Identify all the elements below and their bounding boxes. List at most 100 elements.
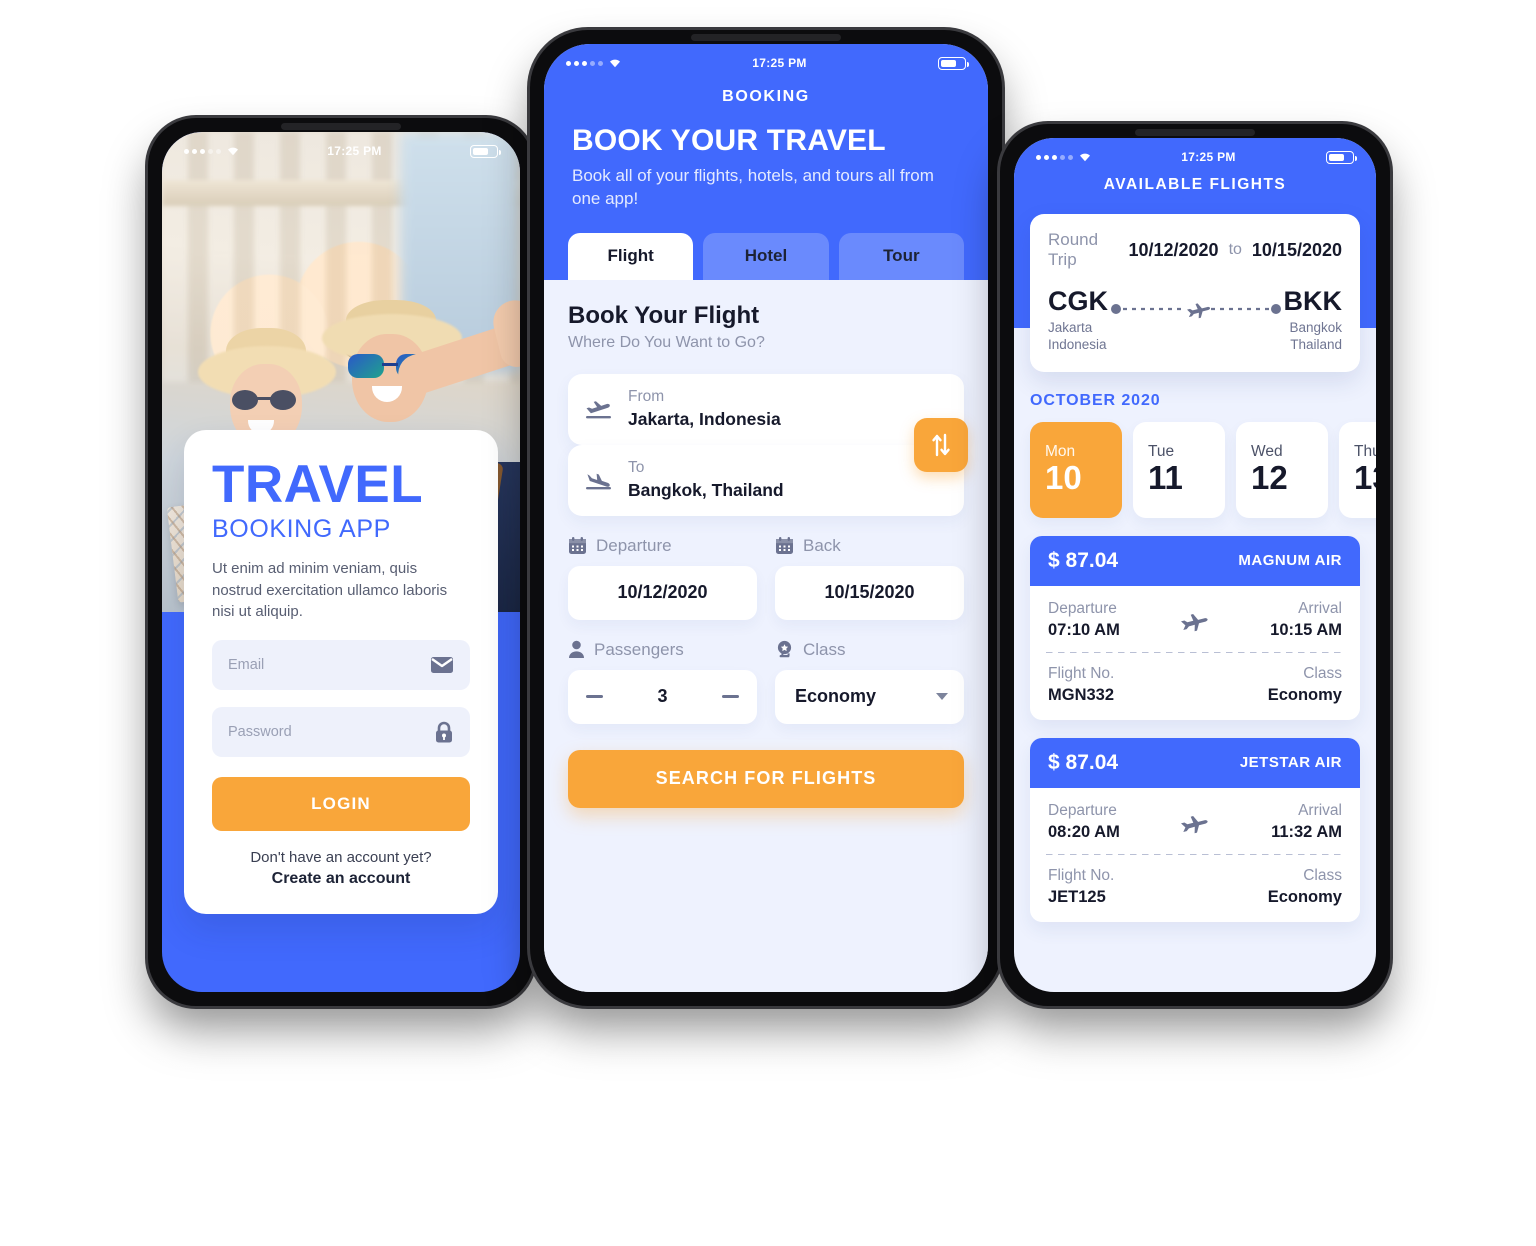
password-placeholder: Password xyxy=(228,724,292,741)
origin-code: CGK xyxy=(1048,286,1108,316)
back-label-row: Back xyxy=(775,536,964,556)
brand-subtitle: BOOKING APP xyxy=(212,514,391,543)
increment-icon[interactable] xyxy=(721,695,739,699)
class-value: Economy xyxy=(1267,887,1342,906)
status-bar: 17:25 PM xyxy=(162,132,520,162)
day-chip-10[interactable]: Mon 10 xyxy=(1030,421,1122,518)
flight-price: $ 87.04 xyxy=(1048,548,1119,572)
status-bar: 17:25 PM xyxy=(1014,138,1376,168)
signup-question: Don't have an account yet? xyxy=(250,849,432,867)
day-number: 11 xyxy=(1148,459,1183,497)
trip-type: Round Trip xyxy=(1048,230,1099,269)
flight-card[interactable]: $ 87.04 JETSTAR AIR Departure 08:20 AM A… xyxy=(1030,737,1360,922)
passengers-group: Passengers 3 xyxy=(568,640,757,724)
destination-code: BKK xyxy=(1283,286,1343,316)
badge-icon xyxy=(777,640,792,658)
day-number: 13 xyxy=(1354,459,1376,497)
departure-block: Departure 07:10 AM xyxy=(1048,600,1120,640)
arrival-time: 11:32 AM xyxy=(1271,822,1342,841)
create-account-link[interactable]: Create an account xyxy=(212,870,470,888)
earpiece-speaker xyxy=(1135,129,1255,136)
route-path xyxy=(1108,288,1284,320)
search-flights-button[interactable]: SEARCH FOR FLIGHTS xyxy=(568,749,964,808)
booking-header: 17:25 PM BOOKING BOOK YOUR TRAVEL Book a… xyxy=(544,44,988,280)
passengers-stepper[interactable]: 3 xyxy=(568,669,757,724)
flight-no-block: Flight No. JET125 xyxy=(1048,867,1114,907)
from-value: Jakarta, Indonesia xyxy=(628,408,781,429)
back-label: Back xyxy=(803,535,841,555)
trip-date-separator: to xyxy=(1228,241,1242,258)
page-title: AVAILABLE FLIGHTS xyxy=(1103,176,1287,193)
email-field[interactable]: Email xyxy=(212,640,470,691)
destination-city: Bangkok xyxy=(1289,320,1342,335)
class-label: Class xyxy=(1303,866,1342,884)
tab-hotel[interactable]: Hotel xyxy=(703,232,829,280)
to-field[interactable]: To Bangkok, Thailand xyxy=(568,444,964,516)
flight-airline: MAGNUM AIR xyxy=(1238,552,1342,570)
passengers-label: Passengers xyxy=(594,639,684,659)
flight-no-label: Flight No. xyxy=(1048,664,1115,682)
password-field[interactable]: Password xyxy=(212,707,470,758)
class-label: Class xyxy=(1303,664,1342,682)
wifi-icon xyxy=(1080,153,1090,162)
phone-booking: 17:25 PM BOOKING BOOK YOUR TRAVEL Book a… xyxy=(530,30,1002,1006)
flight-details-row: Flight No. JET125 Class Economy xyxy=(1030,855,1360,922)
class-select[interactable]: Economy xyxy=(775,669,964,724)
signal-indicator xyxy=(1036,152,1091,162)
back-date[interactable]: 10/15/2020 xyxy=(775,565,964,620)
arrival-block: Arrival 10:15 AM xyxy=(1270,600,1342,640)
phone-flights: 17:25 PM AVAILABLE FLIGHTS Round Trip 10… xyxy=(1000,124,1390,1006)
calendar-icon xyxy=(776,537,793,555)
email-placeholder: Email xyxy=(228,657,265,674)
showcase-canvas: 17:25 PM TRAVEL BOOKING APP Ut enim ad m… xyxy=(0,0,1536,1246)
passenger-class-row: Passengers 3 Class Economy xyxy=(568,640,964,724)
class-block: Class Economy xyxy=(1268,665,1342,705)
login-card: TRAVEL BOOKING APP Ut enim ad minim veni… xyxy=(184,430,498,915)
form-title: Book Your Flight xyxy=(568,301,760,329)
back-group: Back 10/15/2020 xyxy=(775,536,964,620)
route-selector: From Jakarta, Indonesia To Bangkok, Thai… xyxy=(568,373,968,516)
from-field[interactable]: From Jakarta, Indonesia xyxy=(568,373,964,445)
swap-vertical-icon xyxy=(932,433,950,457)
earpiece-speaker xyxy=(691,34,841,41)
departure-label: Departure xyxy=(1048,599,1117,617)
status-time: 17:25 PM xyxy=(327,144,382,158)
form-subtitle: Where Do You Want to Go? xyxy=(568,333,765,351)
battery-icon xyxy=(938,56,969,70)
class-block: Class Economy xyxy=(1268,867,1342,907)
person-icon xyxy=(569,641,584,659)
destination-country: Thailand xyxy=(1290,336,1342,352)
day-chip-11[interactable]: Tue 11 xyxy=(1133,421,1225,518)
day-chip-12[interactable]: Wed 12 xyxy=(1236,421,1328,518)
arrival-label: Arrival xyxy=(1298,599,1342,617)
departure-date[interactable]: 10/12/2020 xyxy=(568,565,757,620)
battery-icon xyxy=(1326,150,1357,164)
tab-tour[interactable]: Tour xyxy=(838,232,964,280)
brand-description: Ut enim ad minim veniam, quis nostrud ex… xyxy=(212,559,448,621)
tab-flight[interactable]: Flight xyxy=(568,232,694,280)
swap-button[interactable] xyxy=(914,417,968,472)
flight-details-row: Flight No. MGN332 Class Economy xyxy=(1030,653,1360,720)
destination-block: BKK Bangkok Thailand xyxy=(1284,288,1343,354)
status-time: 17:25 PM xyxy=(1181,150,1236,164)
login-screen: 17:25 PM TRAVEL BOOKING APP Ut enim ad m… xyxy=(162,132,520,992)
decrement-icon[interactable] xyxy=(586,695,603,699)
flight-card-header: $ 87.04 JETSTAR AIR xyxy=(1030,737,1360,788)
headline: BOOK YOUR TRAVEL xyxy=(572,124,886,157)
flight-card[interactable]: $ 87.04 MAGNUM AIR Departure 07:10 AM Ar… xyxy=(1030,535,1360,720)
day-number: 10 xyxy=(1045,459,1082,497)
signal-indicator xyxy=(184,146,239,156)
departure-block: Departure 08:20 AM xyxy=(1048,802,1120,842)
battery-icon xyxy=(470,144,501,158)
flight-price: $ 87.04 xyxy=(1048,750,1119,774)
flight-times-row: Departure 08:20 AM Arrival 11:32 AM xyxy=(1030,788,1360,854)
trip-route-row: CGK Jakarta Indonesia BKK Bangkok Thaila… xyxy=(1030,284,1360,372)
flight-no-value: JET125 xyxy=(1048,887,1106,906)
plane-takeoff-icon xyxy=(586,401,611,419)
day-chip-13[interactable]: Thu 13 xyxy=(1339,421,1376,518)
login-button[interactable]: LOGIN xyxy=(212,777,470,832)
class-value: Economy xyxy=(795,686,877,707)
date-row: Departure 10/12/2020 Back 10/15/2020 xyxy=(568,536,964,620)
trip-summary-card[interactable]: Round Trip 10/12/2020 to 10/15/2020 CGK … xyxy=(1030,214,1360,372)
class-label: Class xyxy=(803,639,846,659)
